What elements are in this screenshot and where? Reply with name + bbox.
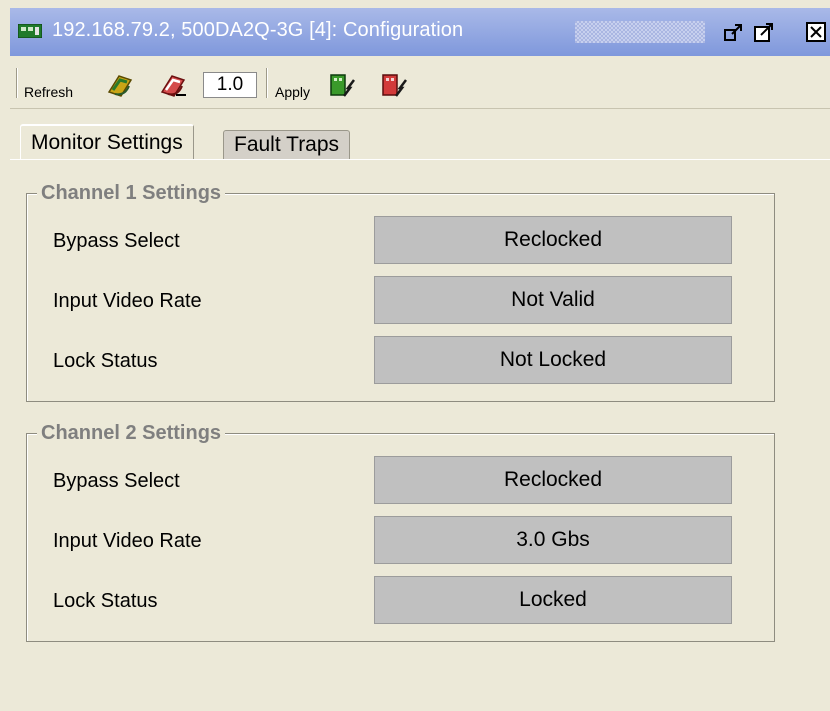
configuration-window: 192.168.79.2, 500DA2Q-3G [4]: Configurat… xyxy=(10,8,830,711)
window-title: 192.168.79.2, 500DA2Q-3G [4]: Configurat… xyxy=(52,19,464,41)
refresh-card-icon[interactable] xyxy=(105,72,135,100)
tab-monitor-settings[interactable]: Monitor Settings xyxy=(20,124,194,160)
channel-2-bypass-row: Bypass Select Reclocked xyxy=(27,456,774,506)
channel-2-group: Channel 2 Settings Bypass Select Reclock… xyxy=(26,422,775,642)
channel-1-title: Channel 1 Settings xyxy=(37,182,226,205)
tab-divider xyxy=(10,159,830,160)
tab-bar: Monitor Settings Fault Traps xyxy=(10,108,830,160)
lock-status-value: Locked xyxy=(374,576,732,624)
input-video-rate-value: Not Valid xyxy=(374,276,732,324)
channel-1-video-rate-row: Input Video Rate Not Valid xyxy=(27,276,774,326)
channel-2-video-rate-row: Input Video Rate 3.0 Gbs xyxy=(27,516,774,566)
maximize-icon[interactable] xyxy=(753,21,775,43)
toolbar: Refresh 1.0 Apply xyxy=(10,56,830,109)
card-icon xyxy=(18,24,42,38)
refresh-button[interactable]: Refresh xyxy=(24,84,73,100)
toolbar-separator xyxy=(16,68,18,98)
bypass-select-label: Bypass Select xyxy=(53,230,180,252)
input-video-rate-label: Input Video Rate xyxy=(53,290,202,312)
channel-2-lock-row: Lock Status Locked xyxy=(27,576,774,626)
input-video-rate-value: 3.0 Gbs xyxy=(374,516,732,564)
tab-fault-traps[interactable]: Fault Traps xyxy=(223,130,351,160)
title-grip[interactable] xyxy=(575,21,705,43)
bypass-select-value: Reclocked xyxy=(374,456,732,504)
reset-card-icon[interactable] xyxy=(158,72,188,100)
close-icon[interactable] xyxy=(805,21,827,43)
version-field[interactable]: 1.0 xyxy=(203,72,257,98)
apply-red-card-icon[interactable] xyxy=(380,72,410,100)
lock-status-value: Not Locked xyxy=(374,336,732,384)
lock-status-label: Lock Status xyxy=(53,590,158,612)
apply-green-card-icon[interactable] xyxy=(328,72,358,100)
undock-icon[interactable] xyxy=(723,21,745,43)
title-bar[interactable]: 192.168.79.2, 500DA2Q-3G [4]: Configurat… xyxy=(10,8,830,56)
apply-button[interactable]: Apply xyxy=(275,84,310,100)
lock-status-label: Lock Status xyxy=(53,350,158,372)
bypass-select-label: Bypass Select xyxy=(53,470,180,492)
channel-2-title: Channel 2 Settings xyxy=(37,422,226,445)
channel-1-lock-row: Lock Status Not Locked xyxy=(27,336,774,386)
input-video-rate-label: Input Video Rate xyxy=(53,530,202,552)
bypass-select-value: Reclocked xyxy=(374,216,732,264)
channel-1-bypass-row: Bypass Select Reclocked xyxy=(27,216,774,266)
channel-1-group: Channel 1 Settings Bypass Select Reclock… xyxy=(26,182,775,402)
toolbar-separator xyxy=(266,68,268,98)
